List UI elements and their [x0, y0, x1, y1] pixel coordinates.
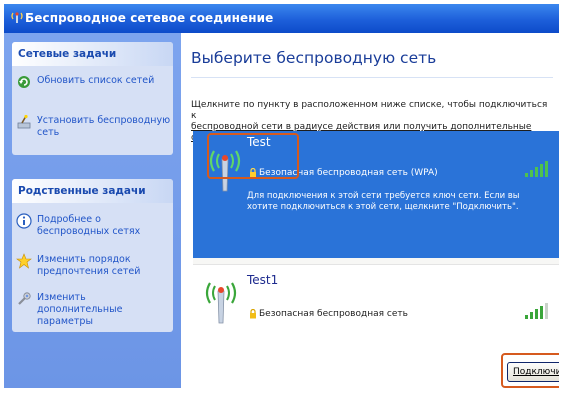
related-tasks-title: Родственные задачи — [18, 185, 146, 197]
change-advanced-settings-label: Изменить дополнительные параметры — [37, 292, 123, 327]
connect-button-highlight: Подключить — [501, 353, 559, 388]
antenna-icon — [205, 282, 237, 324]
learn-about-wireless-link[interactable]: Подробнее о беспроводных сетях — [16, 213, 172, 241]
task-pane: Сетевые задачи Обновить список сетей Уст… — [4, 33, 181, 388]
settings-icon — [18, 292, 31, 305]
connect-button[interactable]: Подключить — [507, 362, 559, 382]
change-preferred-order-link[interactable]: Изменить порядок предпочтения сетей — [16, 253, 172, 281]
star-icon — [16, 253, 32, 269]
lock-icon — [250, 309, 256, 319]
learn-about-wireless-label: Подробнее о беспроводных сетях — [37, 214, 141, 237]
instruction-line-1: Щелкните по пункту в расположенном ниже … — [191, 100, 548, 121]
page-title: Выберите беспроводную сеть — [191, 49, 437, 67]
setup-wireless-network-label: Установить беспроводную сеть — [37, 115, 171, 138]
connect-button-label: Подключить — [513, 367, 559, 377]
window-title: Беспроводное сетевое соединение — [25, 11, 274, 25]
network-ssid: Test1 — [247, 273, 279, 287]
related-tasks-panel: Родственные задачи Подробнее о беспровод… — [12, 179, 173, 332]
title-divider — [191, 77, 553, 78]
main-content: Выберите беспроводную сеть Щелкните по п… — [181, 33, 559, 388]
network-tasks-title: Сетевые задачи — [18, 48, 117, 60]
network-list[interactable]: Test Безопасная беспроводная сеть (WPA) … — [193, 131, 559, 351]
network-tasks-panel: Сетевые задачи Обновить список сетей Уст… — [12, 42, 173, 155]
title-bar[interactable]: Беспроводное сетевое соединение — [4, 4, 559, 33]
wireless-network-icon — [11, 12, 23, 23]
network-item-test1[interactable]: Test1 Безопасная беспроводная сеть — [193, 264, 559, 351]
refresh-network-list-link[interactable]: Обновить список сетей — [16, 74, 172, 100]
network-security: Безопасная беспроводная сеть — [259, 309, 408, 319]
info-icon — [16, 213, 32, 229]
network-item-test[interactable]: Test Безопасная беспроводная сеть (WPA) … — [193, 131, 559, 258]
signal-strength-icon — [525, 161, 548, 177]
ssid-highlight-box — [207, 133, 299, 179]
wireless-connection-window: Беспроводное сетевое соединение Сетевые … — [4, 4, 559, 388]
refresh-icon — [18, 76, 30, 88]
signal-strength-icon — [525, 303, 548, 319]
change-advanced-settings-link[interactable]: Изменить дополнительные параметры — [16, 291, 172, 327]
change-preferred-order-label: Изменить порядок предпочтения сетей — [37, 254, 141, 277]
network-description: Для подключения к этой сети требуется кл… — [247, 191, 520, 212]
refresh-network-list-label: Обновить список сетей — [37, 75, 155, 86]
related-tasks-header[interactable]: Родственные задачи — [12, 179, 173, 203]
setup-wireless-network-link[interactable]: Установить беспроводную сеть — [16, 114, 172, 144]
wizard-icon — [17, 114, 31, 129]
network-tasks-header[interactable]: Сетевые задачи — [12, 42, 173, 66]
